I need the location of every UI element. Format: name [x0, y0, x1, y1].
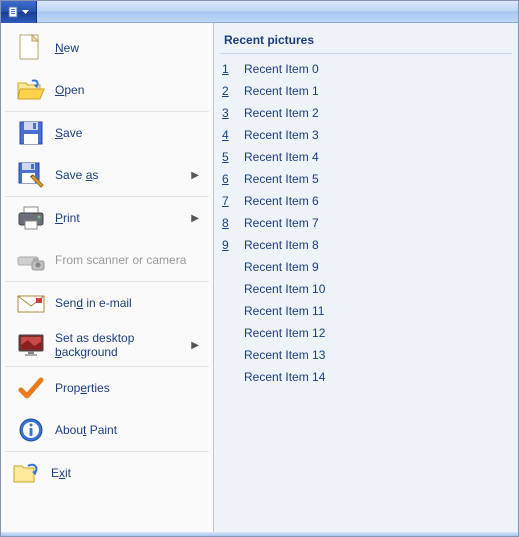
recent-item[interactable]: Recent Item 11 [220, 300, 512, 322]
recent-item[interactable]: 7Recent Item 6 [220, 190, 512, 212]
recent-item-label: Recent Item 6 [238, 194, 319, 208]
menu-send-email-label: Send in e-mail [55, 296, 199, 310]
menu-save[interactable]: Save [5, 112, 209, 154]
recent-item-label: Recent Item 11 [238, 304, 324, 318]
recent-item[interactable]: 6Recent Item 5 [220, 168, 512, 190]
recent-item-label: Recent Item 8 [238, 238, 319, 252]
recent-list: 1Recent Item 02Recent Item 13Recent Item… [220, 58, 512, 388]
dropdown-arrow-icon [22, 10, 29, 14]
recent-item[interactable]: Recent Item 10 [220, 278, 512, 300]
recent-item[interactable]: 5Recent Item 4 [220, 146, 512, 168]
recent-item[interactable]: 9Recent Item 8 [220, 234, 512, 256]
app-menu-window: New Open Save Save as [0, 0, 519, 537]
recent-item[interactable]: 4Recent Item 3 [220, 124, 512, 146]
scanner-camera-icon [15, 244, 47, 276]
recent-item-label: Recent Item 12 [238, 326, 325, 340]
desktop-background-icon [15, 329, 47, 361]
recent-item-number: 5 [222, 150, 238, 164]
info-icon [15, 414, 47, 446]
recent-item-number: 7 [222, 194, 238, 208]
submenu-arrow-icon: ▶ [191, 213, 199, 224]
recent-item-label: Recent Item 1 [238, 84, 319, 98]
menu-open-label: Open [55, 83, 199, 97]
recent-item-label: Recent Item 3 [238, 128, 319, 142]
menu-save-as[interactable]: Save as ▶ [5, 154, 209, 196]
recent-item-number: 4 [222, 128, 238, 142]
submenu-arrow-icon: ▶ [191, 170, 199, 181]
menu-send-email[interactable]: Send in e-mail [5, 282, 209, 324]
save-as-icon [15, 159, 47, 191]
recent-item-label: Recent Item 9 [238, 260, 319, 274]
titlebar [1, 1, 518, 23]
recent-item-number: 9 [222, 238, 238, 252]
menu-save-label: Save [55, 126, 199, 140]
recent-item-label: Recent Item 0 [238, 62, 319, 76]
submenu-arrow-icon: ▶ [191, 340, 199, 351]
save-floppy-icon [15, 117, 47, 149]
printer-icon [15, 202, 47, 234]
doc-icon [8, 6, 20, 18]
app-menu-button[interactable] [1, 1, 37, 23]
menu-save-as-label: Save as [55, 168, 191, 182]
menu-exit[interactable]: Exit [1, 452, 213, 494]
recent-heading: Recent pictures [220, 31, 512, 54]
envelope-icon [15, 287, 47, 319]
recent-item[interactable]: Recent Item 12 [220, 322, 512, 344]
menu-body: New Open Save Save as [1, 23, 518, 532]
recent-item-number: 8 [222, 216, 238, 230]
recent-item-label: Recent Item 10 [238, 282, 325, 296]
recent-item-number: 2 [222, 84, 238, 98]
menu-left-column: New Open Save Save as [1, 23, 214, 532]
menu-set-background[interactable]: Set as desktop background ▶ [5, 324, 209, 366]
recent-item-label: Recent Item 13 [238, 348, 325, 362]
recent-item-number: 1 [222, 62, 238, 76]
recent-item-label: Recent Item 5 [238, 172, 319, 186]
recent-item[interactable]: 2Recent Item 1 [220, 80, 512, 102]
menu-about-label: About Paint [55, 423, 199, 437]
recent-item-number: 6 [222, 172, 238, 186]
menu-new[interactable]: New [5, 27, 209, 69]
menu-from-scanner-label: From scanner or camera [55, 253, 199, 267]
menu-properties-label: Properties [55, 381, 199, 395]
menu-new-label: New [55, 41, 199, 55]
recent-item[interactable]: Recent Item 14 [220, 366, 512, 388]
recent-item[interactable]: Recent Item 9 [220, 256, 512, 278]
bottom-bar [1, 532, 518, 536]
open-folder-icon [15, 74, 47, 106]
recent-item[interactable]: 8Recent Item 7 [220, 212, 512, 234]
recent-panel: Recent pictures 1Recent Item 02Recent It… [214, 23, 518, 532]
menu-open[interactable]: Open [5, 69, 209, 111]
recent-item[interactable]: 1Recent Item 0 [220, 58, 512, 80]
new-file-icon [15, 32, 47, 64]
menu-from-scanner: From scanner or camera [5, 239, 209, 281]
recent-item-label: Recent Item 4 [238, 150, 319, 164]
checkmark-icon [15, 372, 47, 404]
menu-about[interactable]: About Paint [5, 409, 209, 451]
menu-exit-label: Exit [51, 466, 203, 480]
menu-print[interactable]: Print ▶ [5, 197, 209, 239]
recent-item-label: Recent Item 7 [238, 216, 319, 230]
recent-item-label: Recent Item 14 [238, 370, 325, 384]
exit-icon [11, 457, 43, 489]
recent-item[interactable]: 3Recent Item 2 [220, 102, 512, 124]
menu-print-label: Print [55, 211, 191, 225]
recent-item-label: Recent Item 2 [238, 106, 319, 120]
menu-set-background-label: Set as desktop background [55, 331, 191, 359]
recent-item-number: 3 [222, 106, 238, 120]
menu-properties[interactable]: Properties [5, 367, 209, 409]
recent-item[interactable]: Recent Item 13 [220, 344, 512, 366]
